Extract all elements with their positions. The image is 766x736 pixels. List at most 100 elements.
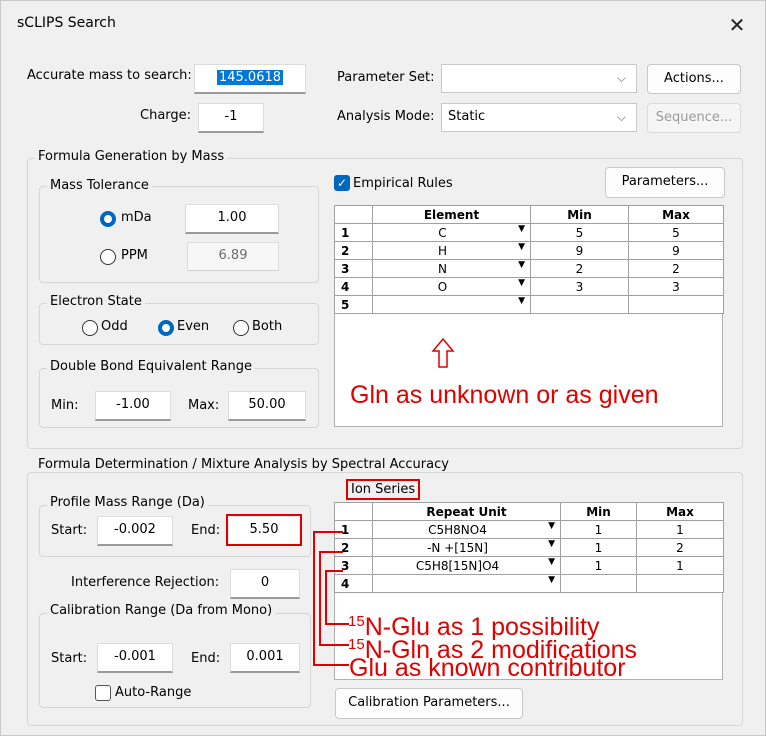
end-value-highlight	[226, 514, 302, 546]
max-cell[interactable]: 9	[628, 241, 724, 260]
min-cell[interactable]: 3	[530, 277, 629, 296]
min-cell[interactable]: 2	[530, 259, 629, 278]
parameter-set-select[interactable]: ⌵	[441, 64, 637, 93]
table-row[interactable]: 5 ▼	[334, 295, 724, 314]
actions-button[interactable]: Actions...	[647, 64, 741, 94]
element-cell[interactable]: O ▼	[372, 277, 531, 296]
profile-start-label: Start:	[51, 523, 88, 538]
repeat-unit-cell[interactable]: C5H8[15N]O4 ▼	[372, 556, 561, 575]
dbe-min-input[interactable]: -1.00	[95, 391, 171, 421]
max-cell[interactable]	[628, 295, 724, 314]
accurate-mass-input[interactable]: 145.0618	[194, 64, 306, 94]
interference-input[interactable]: 0	[230, 569, 300, 599]
max-cell[interactable]: 2	[628, 259, 724, 278]
row-number: 4	[334, 574, 373, 593]
table-row[interactable]: 4 O ▼ 3 3	[334, 277, 724, 296]
chevron-down-icon[interactable]: ▼	[518, 225, 525, 235]
max-cell[interactable]	[636, 574, 724, 593]
min-cell[interactable]	[530, 295, 629, 314]
ppm-label: PPM	[121, 248, 148, 263]
analysis-mode-select[interactable]: Static ⌵	[441, 103, 637, 132]
formula-determination-title: Formula Determination / Mixture Analysis…	[35, 457, 452, 472]
dbe-max-input[interactable]: 50.00	[228, 391, 306, 421]
table-row[interactable]: 2 H ▼ 9 9	[334, 241, 724, 260]
chevron-down-icon[interactable]: ▼	[518, 243, 525, 253]
bracket-foot-gln15	[319, 644, 349, 646]
max-cell[interactable]: 1	[636, 520, 724, 539]
calibration-end-input[interactable]: 0.001	[230, 643, 300, 673]
chevron-down-icon[interactable]: ▼	[548, 540, 555, 550]
element-table: Element Min Max 1 C ▼ 5 5 2 H ▼ 9 9 3 N ▼ 2…	[334, 205, 724, 314]
dbe-max-label: Max:	[188, 398, 220, 413]
max-cell[interactable]: 1	[636, 556, 724, 575]
repeat-unit-cell[interactable]: C5H8NO4 ▼	[372, 520, 561, 539]
chevron-down-icon[interactable]: ▼	[548, 522, 555, 532]
repeat-unit-cell[interactable]: -N +[15N] ▼	[372, 538, 561, 557]
calibration-start-input[interactable]: -0.001	[97, 643, 173, 673]
table-row[interactable]: 4 ▼	[334, 574, 724, 593]
min-cell[interactable]: 5	[530, 223, 629, 242]
min-cell[interactable]	[560, 574, 637, 593]
element-cell[interactable]: N ▼	[372, 259, 531, 278]
calibration-parameters-button[interactable]: Calibration Parameters...	[335, 688, 523, 719]
header-min: Min	[560, 502, 637, 521]
gln-annotation: Gln as unknown or as given	[350, 381, 659, 409]
window-title: sCLIPS Search	[17, 15, 116, 31]
chevron-down-icon[interactable]: ▼	[548, 576, 555, 586]
table-row[interactable]: 2 -N +[15N] ▼ 1 2	[334, 538, 724, 557]
auto-range-checkbox[interactable]	[95, 685, 111, 701]
ion-series-table: Repeat Unit Min Max 1 C5H8NO4 ▼ 1 1 2 -N …	[334, 502, 724, 593]
bracket-foot-glu-known	[313, 664, 349, 666]
chevron-down-icon[interactable]: ▼	[518, 279, 525, 289]
ion-table-header: Repeat Unit Min Max	[334, 502, 724, 521]
row-number: 1	[334, 520, 373, 539]
title-bar: sCLIPS Search ✕	[1, 1, 765, 53]
element-cell[interactable]: C ▼	[372, 223, 531, 242]
repeat-unit-cell[interactable]: ▼	[372, 574, 561, 593]
chevron-down-icon[interactable]: ▼	[518, 297, 525, 307]
min-cell[interactable]: 1	[560, 538, 637, 557]
calibration-end-label: End:	[191, 651, 221, 666]
chevron-down-icon[interactable]: ▼	[548, 558, 555, 568]
calibration-start-label: Start:	[51, 651, 88, 666]
accurate-mass-label: Accurate mass to search:	[27, 68, 192, 83]
mda-label: mDa	[121, 210, 152, 225]
element-cell[interactable]: ▼	[372, 295, 531, 314]
parameters-button[interactable]: Parameters...	[605, 167, 725, 198]
table-row[interactable]: 3 C5H8[15N]O4 ▼ 1 1	[334, 556, 724, 575]
charge-input[interactable]: -1	[198, 103, 264, 133]
element-table-header: Element Min Max	[334, 205, 724, 224]
row-number: 5	[334, 295, 373, 314]
min-cell[interactable]: 1	[560, 556, 637, 575]
min-cell[interactable]: 9	[530, 241, 629, 260]
mda-radio[interactable]	[100, 211, 116, 227]
table-row[interactable]: 3 N ▼ 2 2	[334, 259, 724, 278]
min-cell[interactable]: 1	[560, 520, 637, 539]
calibration-range-title: Calibration Range (Da from Mono)	[47, 603, 276, 618]
close-icon[interactable]: ✕	[719, 9, 755, 41]
ion-series-label: Ion Series	[346, 479, 421, 500]
odd-radio[interactable]	[82, 320, 98, 336]
sequence-button[interactable]: Sequence...	[647, 103, 741, 133]
both-radio[interactable]	[233, 320, 249, 336]
header-min: Min	[530, 205, 629, 224]
dbe-min-label: Min:	[51, 398, 79, 413]
table-row[interactable]: 1 C5H8NO4 ▼ 1 1	[334, 520, 724, 539]
bracket-line-inner	[325, 570, 327, 624]
table-row[interactable]: 1 C ▼ 5 5	[334, 223, 724, 242]
even-radio[interactable]	[158, 320, 174, 336]
max-cell[interactable]: 2	[636, 538, 724, 557]
header-element: Element	[372, 205, 531, 224]
ppm-radio[interactable]	[100, 249, 116, 265]
profile-start-input[interactable]: -0.002	[97, 516, 173, 546]
mda-input[interactable]: 1.00	[185, 204, 279, 234]
max-cell[interactable]: 3	[628, 277, 724, 296]
max-cell[interactable]: 5	[628, 223, 724, 242]
glu-known-annotation: Glu as known contributor	[349, 654, 626, 682]
charge-label: Charge:	[140, 108, 192, 123]
empirical-rules-label: Empirical Rules	[353, 176, 453, 191]
empirical-rules-checkbox[interactable]: ✓	[334, 175, 350, 191]
chevron-down-icon[interactable]: ▼	[518, 261, 525, 271]
ppm-input[interactable]: 6.89	[187, 242, 279, 271]
element-cell[interactable]: H ▼	[372, 241, 531, 260]
